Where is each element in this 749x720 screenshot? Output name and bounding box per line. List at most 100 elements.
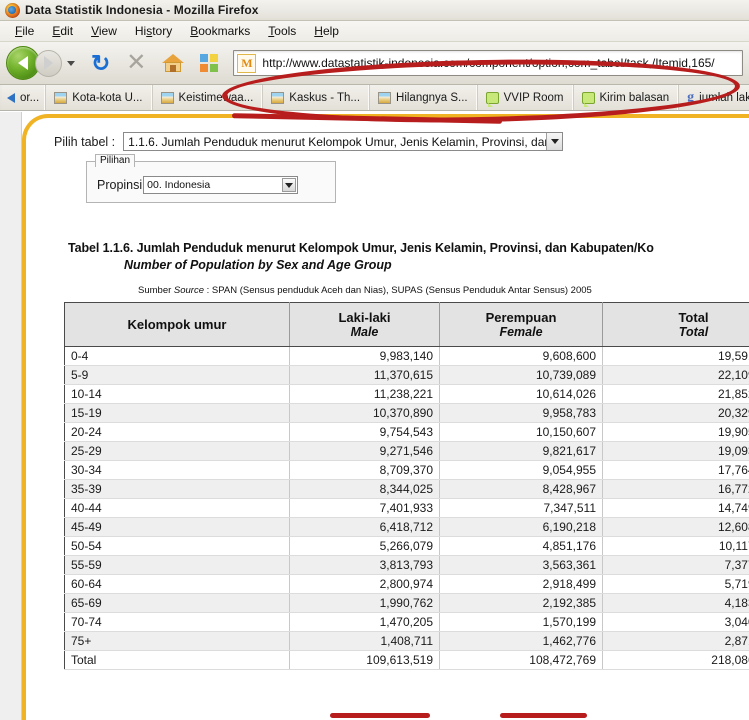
table-selector-label: Pilih tabel : (54, 134, 116, 149)
cell-value: 2,918,499 (439, 574, 603, 594)
bookmark-label: Kota-kota U... (72, 91, 143, 104)
table-row: 65-691,990,7622,192,3854,183,147 (64, 593, 749, 613)
window-title: Data Statistik Indonesia - Mozilla Firef… (25, 3, 259, 17)
source-italic: Source (173, 285, 205, 296)
menu-file[interactable]: File (6, 23, 43, 39)
reload-button[interactable]: ↻ (91, 52, 110, 75)
cell-value: 9,608,600 (439, 346, 603, 366)
bookmark-item-1[interactable]: Kota-kota U... (45, 85, 152, 110)
cell-value: 10,150,607 (439, 422, 603, 442)
menu-tools[interactable]: Tools (259, 23, 305, 39)
cell-age-group: 75+ (64, 631, 290, 651)
col-header-perempuan: Perempuan Female (439, 302, 603, 347)
table-selector-dropdown[interactable]: 1.1.6. Jumlah Penduduk menurut Kelompok … (123, 132, 564, 151)
stop-button[interactable]: ✕ (126, 51, 146, 75)
table-selector-value: 1.1.6. Jumlah Penduduk menurut Kelompok … (128, 134, 563, 149)
page-content: Pilih tabel : 1.1.6. Jumlah Penduduk men… (26, 120, 749, 720)
table-row: 55-593,813,7933,563,3617,377,154 (64, 555, 749, 575)
cell-value: 10,117,255 (602, 536, 749, 556)
menu-view[interactable]: View (82, 23, 126, 39)
cell-value: 2,871,487 (602, 631, 749, 651)
site-favicon-icon: M (237, 53, 257, 73)
cell-value: 4,183,147 (602, 593, 749, 613)
chevron-down-icon[interactable] (282, 178, 297, 192)
bookmark-item-0[interactable]: or... (2, 85, 46, 110)
cell-value: 14,749,444 (602, 498, 749, 518)
bookmark-item-4[interactable]: Hilangnya S... (369, 85, 477, 110)
cell-age-group: 35-39 (64, 479, 290, 499)
bookmark-label: Kaskus - Th... (289, 91, 361, 104)
table-selector-row: Pilih tabel : 1.1.6. Jumlah Penduduk men… (54, 132, 749, 151)
bookmark-item-5[interactable]: VVIP Room (476, 85, 573, 110)
menu-help[interactable]: Help (305, 23, 348, 39)
table-header-row: Kelompok umur Laki-laki Male Perempuan F… (64, 302, 749, 347)
cell-age-group: 25-29 (64, 441, 290, 461)
table-row: 25-299,271,5469,821,61719,093,163 (64, 441, 749, 461)
cell-value: 8,344,025 (289, 479, 440, 499)
table-row: 5-911,370,61510,739,08922,109,704 (64, 365, 749, 385)
cell-value: 22,109,704 (602, 365, 749, 385)
cell-value: 2,192,385 (439, 593, 603, 613)
menu-bookmarks[interactable]: Bookmarks (181, 23, 259, 39)
annotation-underline-female (500, 713, 587, 718)
cell-value: 11,370,615 (289, 365, 440, 385)
bookmarks-toolbar: or... Kota-kota U... Keistimewaa... Kask… (0, 85, 749, 111)
table-row: 30-348,709,3709,054,95517,764,325 (64, 460, 749, 480)
green-note-icon (581, 91, 595, 107)
col-header-label: Perempuan (485, 310, 557, 325)
google-g-icon: g (687, 89, 695, 105)
table-body: 0-49,983,1409,608,60019,591,7405-911,370… (64, 346, 749, 670)
population-table: Kelompok umur Laki-laki Male Perempuan F… (64, 302, 749, 670)
bookmark-label: Hilangnya S... (396, 91, 468, 104)
table-row: 45-496,418,7126,190,21812,608,930 (64, 517, 749, 537)
cell-value: 9,821,617 (439, 441, 603, 461)
pilihan-legend: Pilihan (95, 154, 136, 167)
cell-value: 5,719,473 (602, 574, 749, 594)
table-row: 70-741,470,2051,570,1993,040,404 (64, 612, 749, 632)
cell-value: 9,958,783 (439, 403, 603, 423)
pilihan-fieldset: Pilihan Propinsi 00. Indonesia (86, 154, 336, 203)
bookmark-item-2[interactable]: Keistimewaa... (151, 85, 263, 110)
bookmark-label: jumlah laki ... (699, 91, 749, 104)
cell-value: 5,266,079 (289, 536, 440, 556)
source-rest: : SPAN (Sensus penduduk Aceh dan Nias), … (204, 285, 592, 296)
apps-grid-icon[interactable] (200, 54, 219, 72)
cell-value: 11,238,221 (289, 384, 440, 404)
back-forward-group (6, 46, 75, 80)
chevron-down-icon[interactable] (67, 60, 75, 66)
forward-button[interactable] (35, 49, 62, 77)
province-label: Propinsi (97, 178, 143, 192)
province-dropdown[interactable]: 00. Indonesia (143, 176, 299, 194)
cell-value: 8,709,370 (289, 460, 440, 480)
site-favicon-icon (271, 91, 285, 104)
url-input[interactable]: http://www.datastatistik-indonesia.com/c… (262, 56, 714, 70)
menu-edit[interactable]: Edit (43, 23, 82, 39)
table-row: 75+1,408,7111,462,7762,871,487 (64, 631, 749, 651)
url-bar[interactable]: M http://www.datastatistik-indonesia.com… (233, 50, 743, 76)
bookmark-item-3[interactable]: Kaskus - Th... (262, 85, 370, 110)
bookmark-item-6[interactable]: Kirim balasan (572, 85, 679, 110)
cell-value: 1,470,205 (289, 612, 440, 632)
cell-value: 16,772,992 (602, 479, 749, 499)
cell-age-group: 0-4 (64, 346, 290, 366)
blue-back-arrow-icon (7, 92, 15, 103)
cell-value: 17,764,325 (602, 460, 749, 480)
bookmark-item-7[interactable]: g jumlah laki ... (678, 85, 749, 110)
cell-value: 1,570,199 (439, 612, 603, 632)
cell-value: 1,462,776 (439, 631, 603, 651)
cell-age-group: 55-59 (64, 555, 290, 575)
cell-age-group: 5-9 (64, 365, 290, 385)
site-favicon-icon (378, 91, 392, 104)
menu-history[interactable]: History (126, 23, 181, 39)
home-button[interactable] (162, 53, 185, 73)
cell-age-group: 15-19 (64, 403, 290, 423)
window-titlebar: Data Statistik Indonesia - Mozilla Firef… (0, 0, 749, 21)
bookmark-label: or... (20, 91, 40, 104)
table-row: 0-49,983,1409,608,60019,591,740 (64, 346, 749, 366)
forward-arrow-icon (44, 56, 53, 70)
annotation-underline-male (330, 713, 430, 718)
chevron-down-icon[interactable] (546, 133, 563, 150)
col-header-label: Kelompok umur (127, 317, 227, 332)
cell-value: 21,852,247 (602, 384, 749, 404)
col-header-kelompok-umur: Kelompok umur (64, 302, 290, 347)
